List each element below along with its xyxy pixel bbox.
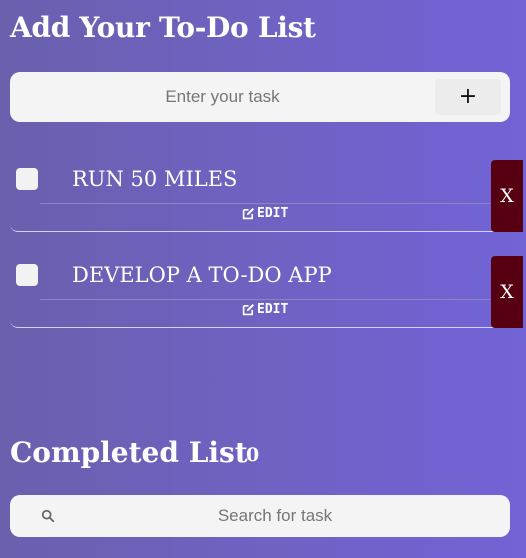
page-title: Add Your To-Do List xyxy=(10,11,316,44)
edit-label: EDIT xyxy=(257,206,289,221)
task-divider xyxy=(40,299,490,300)
task-text: DEVELOP A TO-DO APP xyxy=(72,263,332,287)
task-input[interactable] xyxy=(10,72,435,122)
edit-icon xyxy=(242,303,255,316)
search-bar xyxy=(10,495,510,537)
completed-list-title: Completed List xyxy=(10,436,248,469)
task-item: RUN 50 MILES EDIT X xyxy=(10,160,523,232)
task-text: RUN 50 MILES xyxy=(72,167,238,191)
delete-button[interactable]: X xyxy=(491,256,523,328)
search-input[interactable] xyxy=(70,495,480,537)
delete-label: X xyxy=(500,281,514,303)
edit-button[interactable]: EDIT xyxy=(242,302,288,317)
delete-label: X xyxy=(500,185,514,207)
completed-count: 0 xyxy=(246,444,260,466)
edit-button[interactable]: EDIT xyxy=(242,206,288,221)
task-checkbox[interactable] xyxy=(16,264,38,286)
task-divider xyxy=(40,203,490,204)
add-task-button[interactable]: + xyxy=(435,79,501,115)
task-checkbox[interactable] xyxy=(16,168,38,190)
edit-icon xyxy=(242,207,255,220)
delete-button[interactable]: X xyxy=(491,160,523,232)
task-item: DEVELOP A TO-DO APP EDIT X xyxy=(10,256,523,328)
edit-label: EDIT xyxy=(257,302,289,317)
add-task-bar: + xyxy=(10,72,510,122)
plus-icon: + xyxy=(458,84,478,109)
search-icon xyxy=(41,509,55,523)
